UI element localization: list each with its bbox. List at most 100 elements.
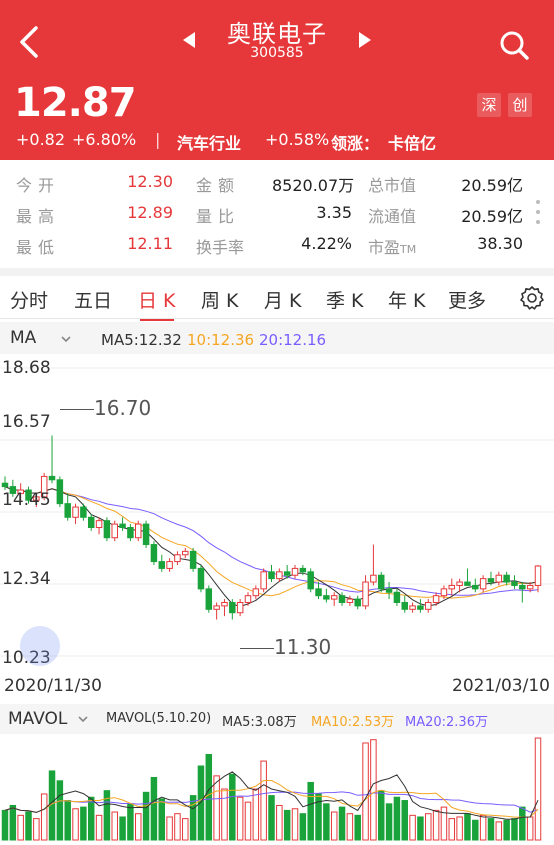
candle — [377, 574, 385, 590]
tab-weekly-k[interactable]: 周 K — [201, 286, 239, 313]
candle — [526, 584, 534, 590]
volume-bar — [119, 816, 126, 841]
volume-bar — [472, 819, 479, 841]
candle — [229, 601, 236, 614]
leader-label: 领涨： — [331, 134, 380, 153]
volume-bar — [221, 788, 228, 841]
tab-quarterly-k[interactable]: 季 K — [326, 286, 364, 313]
amount-label: 金额 — [196, 176, 241, 195]
candle — [291, 567, 299, 576]
volume-bar — [56, 780, 64, 841]
volume-bar — [362, 742, 369, 841]
volume-bar — [229, 773, 236, 841]
high-label: 最高 — [16, 207, 61, 226]
ma-selector[interactable]: MA — [10, 328, 90, 350]
volume-bar — [425, 813, 432, 841]
volume-bar — [40, 793, 48, 841]
section-divider — [0, 268, 554, 276]
candle — [95, 520, 103, 529]
current-price: 12.87 — [14, 80, 137, 126]
volume-bar — [338, 806, 346, 841]
kline-chart[interactable]: 18.68 16.57 14.45 12.34 10.23 16.70 11.3… — [0, 354, 554, 670]
volume-bar — [354, 814, 361, 841]
candle — [135, 523, 142, 539]
tab-five-day[interactable]: 五日 — [74, 286, 112, 313]
vol-selector[interactable]: MAVOL — [8, 709, 89, 729]
price-change-pct: +6.80% — [72, 130, 137, 149]
candle — [534, 565, 542, 586]
volume-bar — [276, 804, 283, 841]
candle — [346, 598, 354, 603]
candle — [213, 605, 220, 610]
volume-bar — [464, 813, 471, 841]
x-end-date: 2021/03/10 — [452, 676, 550, 696]
search-icon[interactable] — [498, 28, 530, 62]
candle — [1, 482, 9, 488]
candle — [487, 578, 495, 583]
candle — [330, 595, 338, 600]
more-dots-icon[interactable] — [536, 200, 542, 230]
quote-stats: 今开 12.30 最高 12.89 最低 12.11 金额 8520.07万 量… — [0, 160, 554, 268]
volume-bar — [87, 796, 95, 841]
x-start-date: 2020/11/30 — [4, 676, 102, 696]
industry-name[interactable]: 汽车行业 — [177, 130, 241, 154]
volume-bar — [346, 813, 354, 841]
open-label: 今开 — [16, 176, 61, 195]
candle — [158, 561, 166, 569]
vol-selector-label: MAVOL — [8, 709, 68, 729]
volume-bar — [377, 790, 385, 841]
candle — [244, 595, 252, 603]
volume-bar — [323, 803, 330, 841]
next-stock-icon[interactable] — [359, 32, 371, 48]
low-label: 最低 — [16, 238, 61, 257]
volume-bar — [33, 818, 40, 841]
chevron-down-icon — [78, 716, 88, 723]
max-price-annotation: 16.70 — [60, 396, 151, 420]
tab-yearly-k[interactable]: 年 K — [388, 286, 426, 313]
candle — [519, 584, 526, 590]
volume-bar — [417, 816, 424, 841]
volume-bar — [315, 793, 322, 841]
candle — [87, 516, 95, 529]
volume-bar — [236, 796, 244, 841]
candle — [189, 550, 197, 569]
candle — [440, 588, 448, 597]
candle — [432, 595, 440, 603]
float-value: 20.59亿 — [461, 207, 523, 226]
volume-bar — [127, 803, 134, 841]
candle — [448, 584, 456, 590]
y-tick-3: 14.45 — [2, 490, 51, 510]
tab-more[interactable]: 更多 — [448, 286, 486, 313]
volume-bar — [135, 813, 142, 841]
floating-assist-button[interactable] — [20, 626, 60, 666]
vol-ma20: MA20:2.36万 — [405, 715, 488, 730]
vol-indicator-bar: MAVOL MAVOL(5.10.20) MA5:3.08万 MA10:2.53… — [0, 704, 554, 734]
turnover-value: 4.22% — [301, 234, 352, 253]
tab-daily-k[interactable]: 日 K — [138, 286, 176, 321]
volume-bar — [495, 821, 503, 841]
volume-bar — [197, 765, 205, 841]
candle — [127, 527, 134, 539]
volratio-value: 3.35 — [316, 203, 352, 222]
volume-bar — [72, 808, 79, 841]
volume-bar — [95, 814, 103, 841]
volume-bar — [150, 777, 158, 841]
leader-name[interactable]: 卡倍亿 — [388, 130, 436, 154]
tab-intraday[interactable]: 分时 — [10, 286, 48, 313]
y-tick-4: 12.34 — [2, 569, 51, 589]
settings-gear-icon[interactable] — [519, 285, 545, 311]
candle — [197, 567, 205, 590]
candle — [479, 578, 487, 590]
tab-monthly-k[interactable]: 月 K — [264, 286, 302, 313]
candle — [323, 595, 330, 600]
candle — [401, 601, 408, 610]
volume-bar — [64, 800, 71, 841]
candle — [338, 595, 346, 603]
volume-bar — [330, 811, 338, 841]
ma5-value: MA5:12.32 — [101, 331, 182, 349]
chevron-down-icon — [61, 336, 71, 343]
candle — [315, 588, 322, 597]
candle — [205, 588, 213, 610]
candle — [48, 475, 56, 481]
volume-chart[interactable] — [0, 734, 554, 841]
